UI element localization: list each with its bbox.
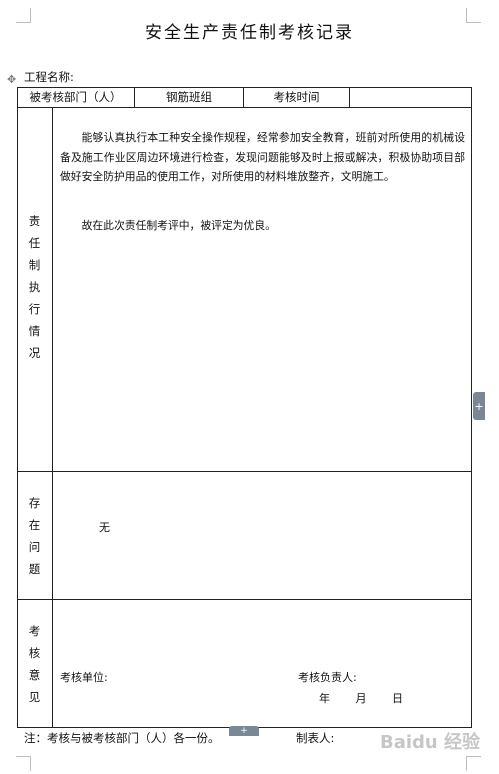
time-label-cell: 考核时间 [273, 90, 320, 104]
opinion-label-char: 核 [28, 646, 41, 660]
duty-label-char: 况 [28, 346, 41, 360]
duty-label-char: 制 [28, 258, 41, 272]
time-value-cell[interactable] [350, 87, 472, 107]
assessment-date-label: 年 月 日 [319, 692, 403, 705]
opinion-label-char: 考 [28, 624, 41, 638]
opinion-label-char: 见 [28, 690, 41, 704]
duty-label-char: 情 [28, 324, 41, 338]
issues-label-char: 存 [28, 496, 41, 510]
baidu-watermark: Baidu 经验 [380, 732, 481, 753]
row-divider-duty [17, 471, 472, 472]
add-column-handle-icon[interactable]: + [473, 392, 485, 420]
table-maker-label: 制表人: [296, 731, 335, 745]
duty-label-char: 任 [28, 236, 41, 250]
add-row-handle-icon[interactable]: + [229, 726, 259, 736]
opinion-label-char: 意 [28, 668, 41, 682]
dept-label-cell: 被考核部门（人） [29, 90, 122, 104]
assessment-unit-label: 考核单位: [60, 671, 108, 684]
issues-section-label: 存 在 问 题 [17, 490, 52, 582]
issues-label-char: 问 [28, 540, 41, 554]
row-divider-header [17, 107, 472, 108]
issues-label-char: 题 [28, 562, 41, 576]
duty-paragraph-2[interactable]: 故在此次责任制考评中，被评定为优良。 [60, 216, 465, 236]
duty-label-char: 责 [28, 214, 41, 228]
issues-label-char: 在 [28, 518, 41, 532]
page-corner-bottom-left [16, 756, 31, 771]
duty-section-label: 责 任 制 执 行 情 况 [17, 207, 52, 367]
row-divider-issues [17, 599, 472, 600]
table-move-handle-icon[interactable]: ✥ [7, 73, 16, 86]
issues-value[interactable]: 无 [99, 519, 110, 535]
dept-value-cell[interactable]: 钢筋班组 [135, 87, 243, 107]
assessment-responsible-label: 考核负责人: [298, 671, 357, 684]
document-title: 安全生产责任制考核记录 [145, 23, 354, 43]
duty-paragraph-1[interactable]: 能够认真执行本工种安全操作规程，经常参加安全教育，班前对所使用的机械设备及施工作… [60, 128, 465, 187]
duty-label-char: 行 [28, 302, 41, 316]
opinion-section-label: 考 核 意 见 [17, 618, 52, 710]
duty-label-char: 执 [28, 280, 41, 294]
project-name-label: 工程名称: [24, 70, 74, 84]
label-column-divider [52, 107, 53, 728]
footer-note: 注：考核与被考核部门（人）各一份。 [24, 731, 220, 745]
